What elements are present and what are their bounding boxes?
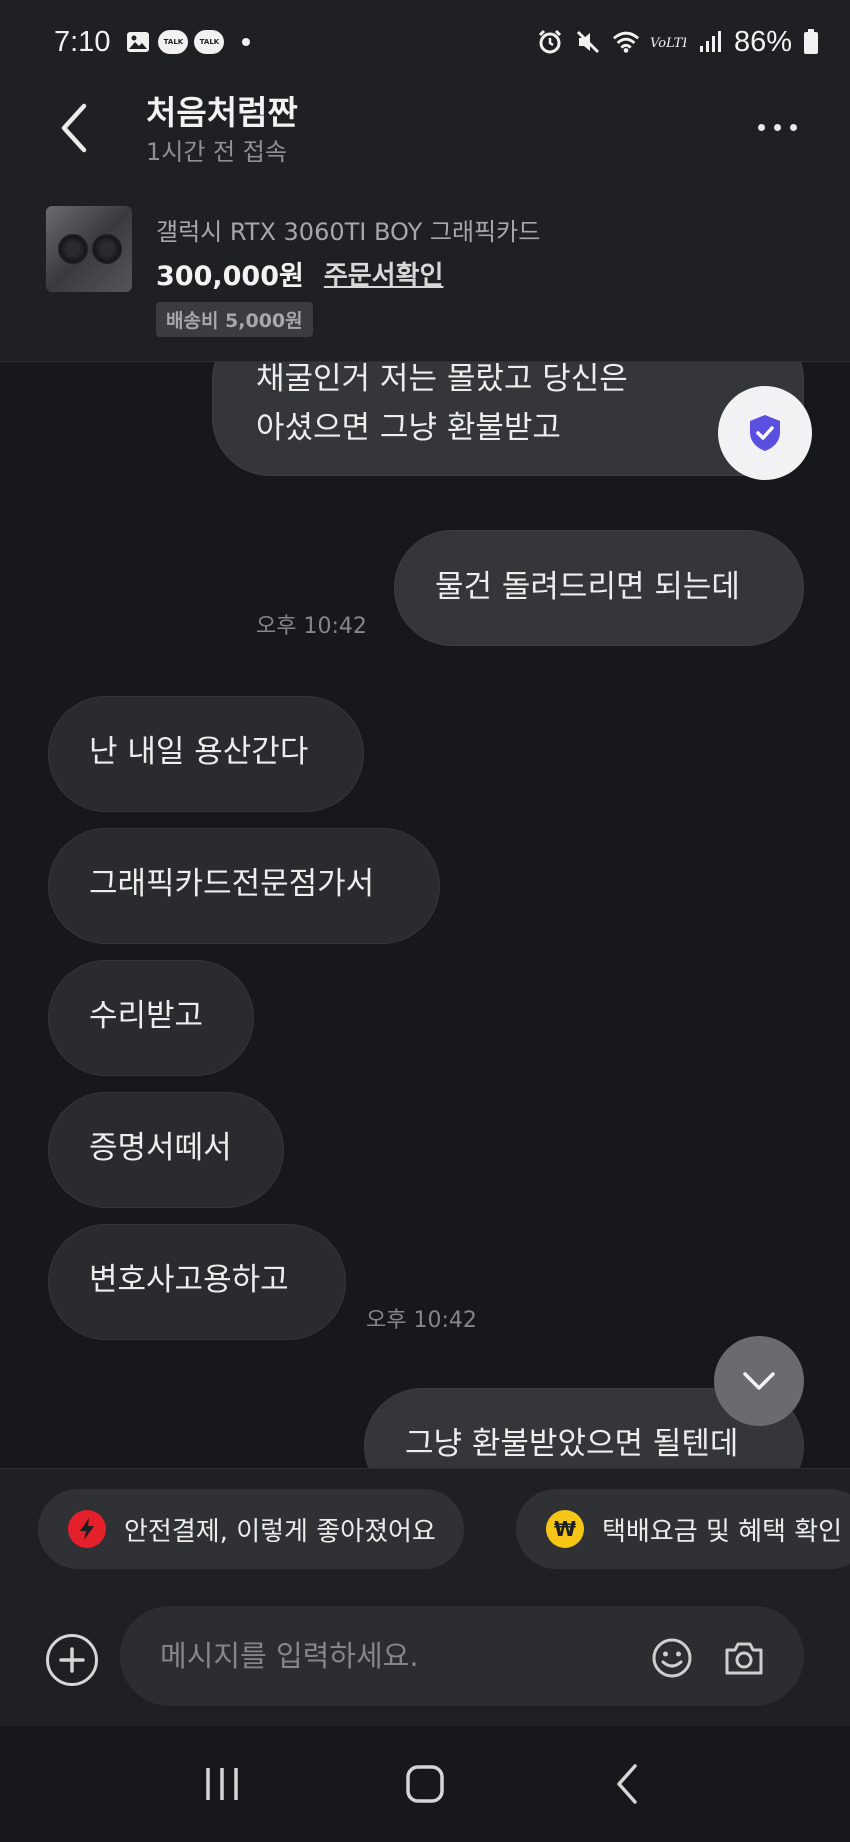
chevron-left-icon: [61, 103, 87, 153]
product-title: 갤럭시 RTX 3060TI BOY 그래픽카드: [156, 218, 541, 246]
volte-icon: VoLTE: [650, 29, 686, 55]
message-text-line: 그냥 환불받았으면 될텐데: [405, 1426, 739, 1462]
message-time: 오후 10:42: [366, 1308, 477, 1333]
lightning-icon: [68, 1510, 106, 1548]
shield-check-icon: [750, 415, 780, 451]
message-text-line: 난 내일 용산간다: [89, 734, 309, 770]
system-back-button[interactable]: [598, 1754, 658, 1814]
chat-message-list[interactable]: 채굴인거 저는 몰랐고 당신은 아셨으면 그냥 환불받고 오후 10:42 물건…: [0, 362, 850, 1468]
message-text-line: 물건 돌려드리면 되는데: [435, 569, 740, 605]
message-bubble-incoming[interactable]: 수리받고: [48, 960, 254, 1076]
product-price: 300,000원: [156, 261, 304, 292]
product-card[interactable]: 갤럭시 RTX 3060TI BOY 그래픽카드 300,000원 주문서확인 …: [0, 188, 850, 362]
wifi-icon: [612, 29, 640, 55]
svg-text:VoLTE: VoLTE: [650, 36, 686, 51]
message-text-line: 수리받고: [89, 998, 204, 1034]
message-bubble-incoming[interactable]: 변호사고용하고: [48, 1224, 346, 1340]
order-confirm-link[interactable]: 주문서확인: [324, 255, 444, 292]
recent-apps-button[interactable]: [192, 1754, 252, 1814]
attach-plus-button[interactable]: [46, 1634, 98, 1686]
status-right: VoLTE 86%: [536, 26, 820, 59]
more-dot-icon: [790, 123, 797, 131]
mute-icon: [574, 29, 602, 55]
message-text-line: 증명서떼서: [89, 1130, 232, 1166]
more-notifications-dot: [242, 38, 251, 46]
message-time: 오후 10:42: [256, 614, 367, 639]
back-button[interactable]: [54, 98, 94, 158]
system-navigation-bar: [0, 1726, 850, 1842]
message-bubble-incoming[interactable]: 증명서떼서: [48, 1092, 284, 1208]
notification-icons: TALK TALK: [124, 29, 251, 55]
product-price-row: 300,000원 주문서확인: [156, 254, 443, 293]
safe-chat-badge[interactable]: [718, 386, 812, 480]
won-icon: ₩: [546, 1510, 584, 1548]
message-bubble-incoming[interactable]: 그래픽카드전문점가서: [48, 828, 440, 944]
message-text-line: 채굴인거 저는 몰랐고 당신은: [256, 362, 628, 397]
alarm-icon: [536, 29, 564, 55]
shipping-fee-badge: 배송비 5,000원: [156, 302, 313, 337]
quick-chip-shipping[interactable]: ₩ 택배요금 및 혜택 확인: [516, 1489, 850, 1569]
smiley-icon: [652, 1638, 692, 1678]
message-bubble-outgoing[interactable]: 물건 돌려드리면 되는데: [394, 530, 804, 646]
message-text-line: 아셨으면 그냥 환불받고: [256, 410, 561, 446]
message-text-line: 변호사고용하고: [89, 1262, 289, 1298]
more-dot-icon: [774, 123, 781, 131]
gpu-fan-graphic: [58, 234, 88, 264]
home-icon: [406, 1765, 444, 1803]
status-time: 7:10: [54, 25, 111, 58]
gpu-fan-graphic: [92, 234, 122, 264]
message-text-line: 그래픽카드전문점가서: [89, 866, 375, 902]
more-options-button[interactable]: [758, 112, 808, 142]
quick-chip-label: 안전결제, 이렇게 좋아졌어요: [124, 1516, 436, 1547]
quick-reply-bar: 안전결제, 이렇게 좋아졌어요 ₩ 택배요금 및 혜택 확인: [0, 1468, 850, 1574]
battery-icon: [802, 29, 820, 55]
status-bar: 7:10 TALK TALK VoLTE 86%: [0, 0, 850, 84]
plus-icon: [59, 1647, 85, 1673]
message-bubble-incoming[interactable]: 난 내일 용산간다: [48, 696, 364, 812]
quick-chip-safe-payment[interactable]: 안전결제, 이렇게 좋아졌어요: [38, 1489, 464, 1569]
battery-percent: 86%: [733, 25, 792, 58]
camera-button[interactable]: [722, 1636, 766, 1680]
more-dot-icon: [758, 123, 765, 131]
emoji-button[interactable]: [650, 1636, 694, 1680]
message-input-row: [0, 1574, 850, 1726]
recent-apps-icon: [205, 1768, 238, 1800]
camera-icon: [725, 1642, 763, 1675]
kakaotalk-notification-icon: TALK: [158, 30, 189, 54]
quick-chip-label: 택배요금 및 혜택 확인: [602, 1516, 843, 1547]
message-input[interactable]: [120, 1606, 804, 1706]
product-thumbnail: [46, 206, 132, 292]
chat-header: 처음처럼짠 1시간 전 접속: [0, 84, 850, 188]
back-icon: [617, 1764, 638, 1804]
scroll-to-bottom-button[interactable]: [714, 1336, 804, 1426]
message-bubble-outgoing[interactable]: 채굴인거 저는 몰랐고 당신은 아셨으면 그냥 환불받고: [212, 362, 804, 476]
signal-icon: [696, 29, 724, 55]
kakaotalk-notification-icon-2: TALK: [194, 30, 225, 54]
chevron-down-icon: [743, 1372, 775, 1390]
chat-partner-name: 처음처럼짠: [146, 93, 298, 132]
home-button[interactable]: [395, 1754, 455, 1814]
image-notification-icon: [124, 29, 152, 55]
last-seen-text: 1시간 전 접속: [146, 138, 287, 166]
